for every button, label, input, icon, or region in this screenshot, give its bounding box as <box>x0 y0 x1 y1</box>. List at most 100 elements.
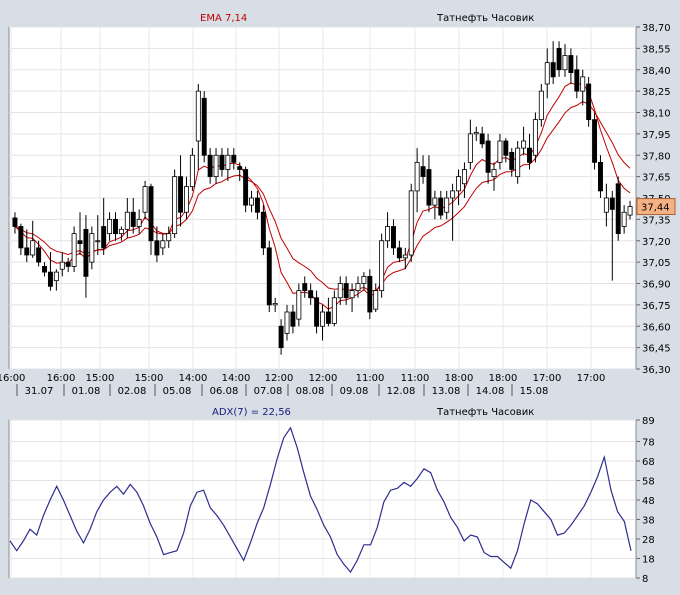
candle-body <box>320 311 325 327</box>
adx-instrument-label: Татнефть Часовик <box>436 407 534 418</box>
candle-body <box>432 197 438 206</box>
candle-body <box>361 275 367 284</box>
candle-body <box>260 211 266 249</box>
price-tick-label: 38,10 <box>642 109 671 120</box>
candle-body <box>53 271 59 282</box>
candle-body <box>391 226 396 249</box>
candle-body <box>420 166 426 178</box>
candle-body <box>337 283 343 299</box>
adx-tick-label: 38 <box>642 515 655 526</box>
candle-body <box>544 62 550 85</box>
candle-body <box>456 176 461 192</box>
price-tick-label: 36,60 <box>642 322 671 333</box>
time-label: 16:00 <box>47 373 76 384</box>
price-tick-label: 37,65 <box>642 173 671 184</box>
candle-body <box>509 151 515 170</box>
candle-body <box>367 275 373 313</box>
price-tick-label: 38,25 <box>642 87 671 98</box>
time-axis: 16:00 16:00 15:00 15:00 14:00 14:00 12:00 12:00… <box>0 369 636 399</box>
date-label: 15.08 <box>520 386 549 397</box>
candle-body <box>47 271 53 287</box>
date-label: 13.08 <box>432 386 461 397</box>
ema-indicator-label: EMA 7,14 <box>200 13 247 24</box>
time-label: 16:00 <box>0 373 25 384</box>
time-label: 11:00 <box>356 373 385 384</box>
candle-body <box>325 311 331 324</box>
candle-body <box>118 228 124 235</box>
last-price-marker: 37,44 <box>636 198 676 216</box>
candle-body <box>408 190 414 256</box>
candle-body <box>272 303 278 306</box>
candle-body <box>18 226 24 249</box>
candle-body <box>538 90 544 121</box>
candle-body <box>130 211 136 227</box>
candle-body <box>184 186 189 213</box>
candle-body <box>266 247 272 306</box>
candle-body <box>189 154 195 188</box>
candle-body <box>278 325 284 349</box>
candle-body <box>243 169 249 206</box>
candle-body <box>467 133 473 163</box>
date-label: 09.08 <box>340 386 369 397</box>
date-label: 02.08 <box>118 386 147 397</box>
candle-body <box>609 197 615 210</box>
candle-body <box>603 197 609 213</box>
candle-body <box>154 240 160 256</box>
candle-body <box>142 186 148 213</box>
candle-body <box>65 261 71 267</box>
adx-tick-label: 89 <box>642 416 655 427</box>
candle-body <box>527 147 532 163</box>
candle-body <box>503 140 509 156</box>
candle-body <box>426 169 432 206</box>
candle-body <box>124 211 130 230</box>
adx-panel[interactable]: 89 78 68 58 48 38 28 18 8 ADX(7) = 22,56 Татнефт… <box>8 407 655 585</box>
candle-body <box>574 69 580 92</box>
candle-body <box>497 140 503 163</box>
candle-body <box>219 154 225 170</box>
candle-body <box>42 265 47 273</box>
candle-body <box>414 161 420 192</box>
candle-body <box>107 218 113 235</box>
price-tick-label: 38,40 <box>642 66 671 77</box>
candle-body <box>136 218 142 227</box>
candle-body <box>444 197 450 213</box>
candle-body <box>385 226 391 242</box>
adx-y-axis: 89 78 68 58 48 38 28 18 8 <box>636 416 655 585</box>
candle-body <box>12 217 18 227</box>
price-tick-label: 36,45 <box>642 344 671 355</box>
date-label: 07.08 <box>254 386 283 397</box>
candle-body <box>254 197 260 213</box>
price-tick-label: 37,80 <box>642 151 671 162</box>
candle-body <box>550 62 556 78</box>
candle-body <box>515 147 521 178</box>
price-tick-label: 38,70 <box>642 23 671 34</box>
price-tick-label: 38,55 <box>642 44 671 55</box>
candle-body <box>213 154 219 178</box>
candle-body <box>485 140 491 173</box>
candle-body <box>148 186 154 242</box>
time-label: 14:00 <box>179 373 208 384</box>
candle-body <box>83 228 89 277</box>
date-label: 05.08 <box>163 386 192 397</box>
adx-tick-label: 78 <box>642 437 655 448</box>
candle-body <box>491 169 497 178</box>
candle-body <box>302 283 308 292</box>
candle-body <box>160 240 166 249</box>
time-label: 11:00 <box>401 373 430 384</box>
candle-body <box>473 132 479 135</box>
price-panel[interactable]: 38,70 38,55 38,40 38,25 38,10 37,95 37,80 37,65… <box>8 13 676 376</box>
adx-tick-label: 8 <box>642 574 648 585</box>
candle-body <box>249 197 254 206</box>
candle-body <box>343 283 349 299</box>
price-tick-label: 37,35 <box>642 215 671 226</box>
candle-body <box>314 297 320 327</box>
candle-body <box>379 240 385 292</box>
candle-body <box>479 133 485 145</box>
adx-tick-label: 48 <box>642 496 655 507</box>
candle-body <box>225 154 231 170</box>
candle-body <box>331 297 337 324</box>
candle-body <box>95 240 101 243</box>
time-label: 15:00 <box>86 373 115 384</box>
price-chart-app: 38,70 38,55 38,40 38,25 38,10 37,95 37,80 37,65… <box>0 13 676 585</box>
candle-body <box>24 247 30 256</box>
